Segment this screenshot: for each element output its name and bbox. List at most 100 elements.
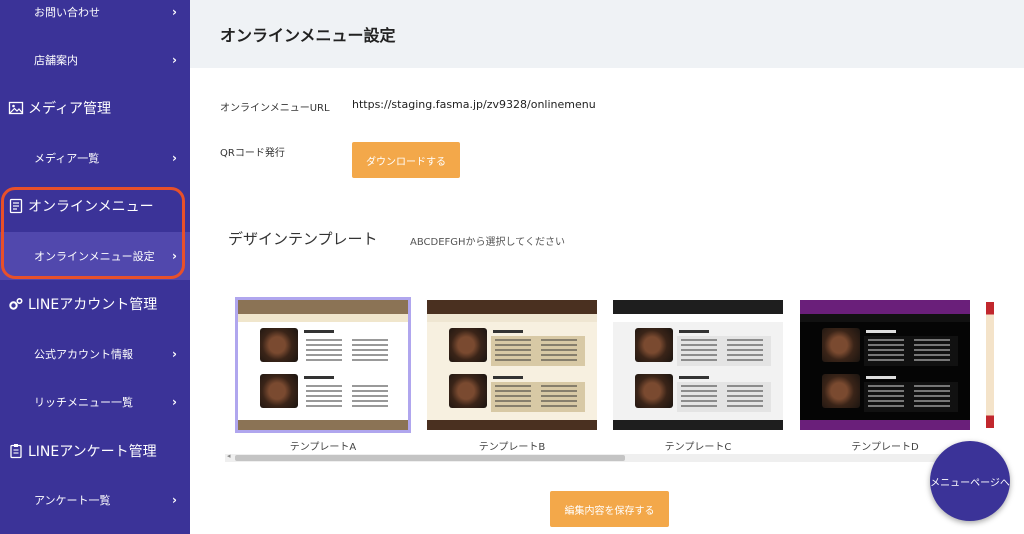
- chevron-right-icon: ›: [172, 493, 177, 507]
- menu-list-icon: [9, 198, 23, 214]
- preview-text-line: [914, 400, 950, 402]
- template-card[interactable]: [800, 300, 970, 430]
- sidebar-section-online-menu[interactable]: オンラインメニュー: [0, 186, 190, 226]
- preview-text-line: [495, 339, 531, 341]
- sidebar-item-contact[interactable]: お問い合わせ ›: [0, 0, 190, 36]
- preview-text-line: [541, 385, 577, 387]
- template-card[interactable]: [235, 297, 411, 433]
- preview-text-line: [495, 344, 531, 346]
- clipboard-icon: [10, 444, 22, 459]
- template-preview-footer: [427, 420, 597, 430]
- preview-text-line: [495, 395, 531, 397]
- save-button[interactable]: 編集内容を保存する: [550, 491, 669, 527]
- preview-text-line: [306, 359, 342, 361]
- template-preview-tabs: [427, 314, 597, 322]
- chevron-right-icon: ›: [172, 5, 177, 19]
- design-template-title: デザインテンプレート: [228, 230, 378, 248]
- sidebar-item-survey-list[interactable]: アンケート一覧 ›: [0, 476, 190, 524]
- sidebar-item-store-info[interactable]: 店舗案内 ›: [0, 36, 190, 84]
- preview-dish-title: [304, 330, 334, 333]
- template-name: テンプレートB: [478, 442, 546, 453]
- page-title: オンラインメニュー設定: [220, 26, 396, 45]
- preview-dish-title: [304, 376, 334, 379]
- sidebar-item-label: リッチメニュー一覧: [34, 396, 133, 409]
- preview-text-line: [306, 339, 342, 341]
- chevron-right-icon: ›: [172, 53, 177, 67]
- preview-desc-box: [864, 382, 958, 412]
- preview-text-line: [541, 390, 577, 392]
- preview-text-line: [914, 390, 950, 392]
- template-preview-header: [800, 300, 970, 314]
- preview-text-line: [914, 339, 950, 341]
- preview-text-line: [727, 385, 763, 387]
- preview-text-line: [352, 354, 388, 356]
- preview-text-line: [727, 405, 763, 407]
- preview-text-line: [914, 385, 950, 387]
- chevron-right-icon: ›: [172, 347, 177, 361]
- preview-text-line: [495, 400, 531, 402]
- preview-text-line: [495, 354, 531, 356]
- preview-text-line: [541, 395, 577, 397]
- sidebar-item-online-menu-settings[interactable]: オンラインメニュー設定 ›: [0, 232, 190, 280]
- template-card[interactable]: [427, 300, 597, 430]
- sidebar-section-label: LINEアンケート管理: [28, 444, 157, 460]
- preview-text-line: [868, 405, 904, 407]
- template-preview-body: [238, 322, 408, 418]
- design-template-hint: ABCDEFGHから選択してください: [410, 237, 565, 248]
- preview-text-line: [727, 354, 763, 356]
- preview-text-line: [727, 344, 763, 346]
- preview-text-line: [541, 405, 577, 407]
- menu-page-fab-button[interactable]: メニューページへ: [930, 441, 1010, 521]
- preview-text-line: [727, 395, 763, 397]
- sidebar-item-label: 店舗案内: [34, 54, 78, 67]
- sidebar-item-label: メディア一覧: [34, 152, 100, 165]
- sidebar-section-media[interactable]: メディア管理: [0, 88, 190, 128]
- gears-icon: [9, 297, 23, 310]
- food-photo: [635, 374, 673, 408]
- template-name: テンプレートA: [289, 442, 357, 453]
- download-button[interactable]: ダウンロードする: [352, 142, 460, 178]
- preview-text-line: [541, 339, 577, 341]
- preview-text-line: [914, 349, 950, 351]
- sidebar-item-rich-menu-list[interactable]: リッチメニュー一覧 ›: [0, 378, 190, 426]
- preview-text-line: [541, 344, 577, 346]
- preview-text-line: [681, 349, 717, 351]
- preview-text-line: [868, 400, 904, 402]
- food-photo: [260, 328, 298, 362]
- url-label: オンラインメニューURL: [220, 103, 330, 114]
- chevron-right-icon: ›: [172, 151, 177, 165]
- template-scrollbar-thumb[interactable]: [235, 455, 625, 461]
- preview-text-line: [727, 390, 763, 392]
- preview-text-line: [306, 344, 342, 346]
- food-photo: [635, 328, 673, 362]
- sidebar-item-media-list[interactable]: メディア一覧 ›: [0, 134, 190, 182]
- preview-text-line: [352, 339, 388, 341]
- scroll-left-arrow-icon[interactable]: ◂: [227, 452, 231, 460]
- preview-text-line: [681, 385, 717, 387]
- template-preview-footer: [613, 420, 783, 430]
- preview-text-line: [681, 354, 717, 356]
- food-photo: [822, 374, 860, 408]
- sidebar-item-official-account[interactable]: 公式アカウント情報 ›: [0, 330, 190, 378]
- template-partial-next[interactable]: [986, 302, 994, 428]
- sidebar-section-line-survey[interactable]: LINEアンケート管理: [0, 431, 190, 471]
- preview-text-line: [352, 349, 388, 351]
- food-photo: [449, 328, 487, 362]
- preview-desc-box: [491, 382, 585, 412]
- preview-text-line: [495, 349, 531, 351]
- preview-text-line: [868, 344, 904, 346]
- preview-desc-box: [491, 336, 585, 366]
- preview-text-line: [868, 359, 904, 361]
- preview-text-line: [352, 344, 388, 346]
- preview-desc-box: [302, 336, 396, 366]
- sidebar-section-label: メディア管理: [28, 101, 112, 117]
- template-card[interactable]: [613, 300, 783, 430]
- sidebar-section-line-account[interactable]: LINEアカウント管理: [0, 284, 190, 324]
- preview-text-line: [306, 405, 342, 407]
- sidebar-item-label: オンラインメニュー設定: [34, 250, 155, 263]
- template-preview-header: [238, 300, 408, 314]
- preview-text-line: [868, 390, 904, 392]
- template-preview-footer: [800, 420, 970, 430]
- preview-desc-box: [864, 336, 958, 366]
- preview-text-line: [541, 359, 577, 361]
